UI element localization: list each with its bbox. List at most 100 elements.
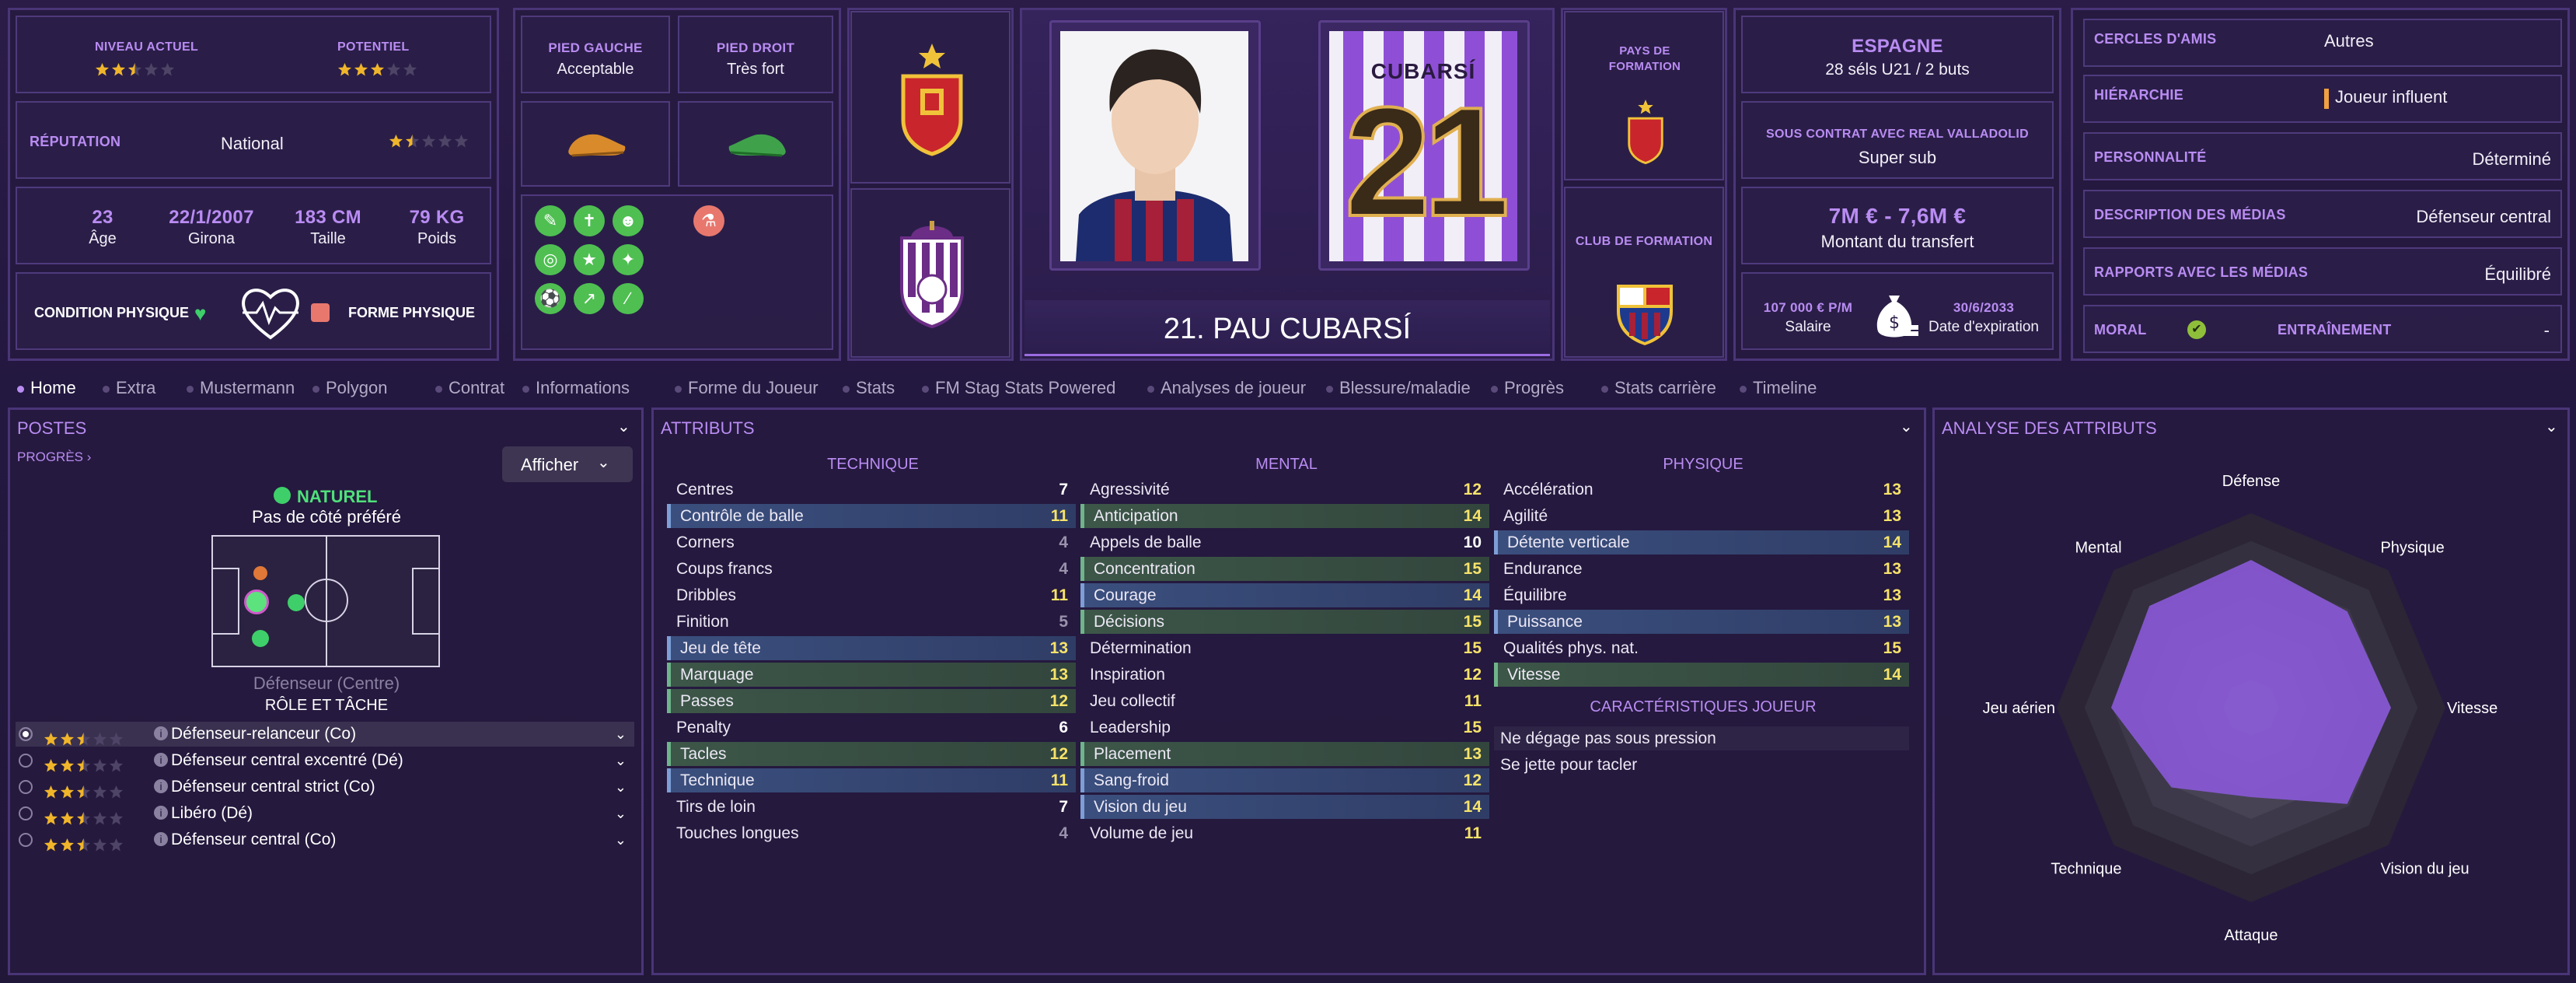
role-radio[interactable] [19, 727, 33, 741]
hierarchie-value: Joueur influent [2335, 87, 2448, 107]
tab-extra[interactable]: Extra [103, 378, 155, 398]
attributs-collapse-icon[interactable]: ⌄ [1900, 417, 1913, 436]
pos-dm-competent[interactable] [288, 594, 305, 611]
attribute-row[interactable]: Centres 7 [667, 478, 1076, 502]
chevron-down-icon[interactable]: ⌄ [615, 827, 627, 852]
tab-stats-carri-re[interactable]: Stats carrière [1601, 378, 1716, 398]
attribute-row[interactable]: Volume de jeu 11 [1080, 821, 1489, 845]
tab-stats[interactable]: Stats [843, 378, 895, 398]
tab-forme-du-joueur[interactable]: Forme du Joueur [675, 378, 819, 398]
attribute-row[interactable]: Agilité 13 [1494, 504, 1909, 528]
spain-crest-icon[interactable] [895, 42, 969, 159]
attribute-row[interactable]: Contrôle de balle 11 [667, 504, 1076, 528]
trait-icon-2[interactable]: ✝ [574, 205, 605, 236]
postes-collapse-icon[interactable]: ⌄ [617, 417, 630, 436]
chevron-down-icon[interactable]: ⌄ [615, 722, 627, 747]
chevron-down-icon[interactable]: ⌄ [615, 748, 627, 773]
trait-icon-7[interactable]: ⚽ [535, 283, 566, 314]
tab-fm-stag-stats-powered[interactable]: FM Stag Stats Powered [922, 378, 1115, 398]
trait-icon-1[interactable]: ✎ [535, 205, 566, 236]
attribute-row[interactable]: Leadership 15 [1080, 715, 1489, 740]
attribute-row[interactable]: Touches longues 4 [667, 821, 1076, 845]
birthplace: Girona [187, 230, 236, 247]
attribute-row[interactable]: Accélération 13 [1494, 478, 1909, 502]
tab-analyses-de-joueur[interactable]: Analyses de joueur [1147, 378, 1306, 398]
attribute-row[interactable]: Puissance 13 [1494, 610, 1909, 634]
role-radio[interactable] [19, 833, 33, 847]
attribute-row[interactable]: Courage 14 [1080, 583, 1489, 607]
attribute-row[interactable]: Sang-froid 12 [1080, 768, 1489, 792]
trait-icon-5[interactable]: ★ [574, 244, 605, 275]
tab-mustermann[interactable]: Mustermann [187, 378, 295, 398]
pos-dc-left-natural[interactable] [244, 589, 269, 614]
right-boot-box [678, 101, 833, 187]
chevron-down-icon[interactable]: ⌄ [615, 775, 627, 799]
trait-icon-9[interactable]: ∕ [613, 283, 644, 314]
mental-title: MENTAL [1255, 456, 1318, 473]
info-icon[interactable]: i [154, 806, 168, 820]
tab-contrat[interactable]: Contrat [435, 378, 504, 398]
attribute-row[interactable]: Placement 13 [1080, 742, 1489, 766]
tab-timeline[interactable]: Timeline [1740, 378, 1817, 398]
personnalite-value: Déterminé [2472, 149, 2551, 169]
tab-polygon[interactable]: Polygon [312, 378, 388, 398]
attribute-row[interactable]: Vision du jeu 14 [1080, 795, 1489, 819]
role-radio[interactable] [19, 754, 33, 768]
attribute-row[interactable]: Jeu collectif 11 [1080, 689, 1489, 713]
trait-icon-6[interactable]: ✦ [613, 244, 644, 275]
pos-dc-right[interactable] [252, 630, 269, 647]
attribute-row[interactable]: Coups francs 4 [667, 557, 1076, 581]
role-row[interactable]: i Défenseur central strict (Co) ⌄ [16, 775, 634, 799]
trait-icon-4[interactable]: ◎ [535, 244, 566, 275]
attribute-row[interactable]: Anticipation 14 [1080, 504, 1489, 528]
info-icon[interactable]: i [154, 832, 168, 846]
flask-icon[interactable]: ⚗ [693, 205, 724, 236]
attribute-row[interactable]: Inspiration 12 [1080, 663, 1489, 687]
attribute-row[interactable]: Vitesse 14 [1494, 663, 1909, 687]
attribute-row[interactable]: Finition 5 [667, 610, 1076, 634]
attribute-row[interactable]: Tacles 12 [667, 742, 1076, 766]
info-icon[interactable]: i [154, 753, 168, 767]
attribute-row[interactable]: Jeu de tête 13 [667, 636, 1076, 660]
attribute-row[interactable]: Qualités phys. nat. 15 [1494, 636, 1909, 660]
tab-home[interactable]: Home [17, 378, 76, 398]
attribute-row[interactable]: Détermination 15 [1080, 636, 1489, 660]
attribute-row[interactable]: Équilibre 13 [1494, 583, 1909, 607]
progres-link[interactable]: PROGRÈS › [17, 450, 91, 465]
attribute-row[interactable]: Dribbles 11 [667, 583, 1076, 607]
info-icon[interactable]: i [154, 779, 168, 793]
player-profile-screen: NIVEAU ACTUEL POTENTIEL RÉPUTATION Natio… [0, 0, 2576, 983]
tab-progr-s[interactable]: Progrès [1491, 378, 1564, 398]
role-radio[interactable] [19, 806, 33, 820]
afficher-dropdown[interactable]: Afficher ⌄ [502, 446, 633, 482]
trait-icon-3[interactable]: ☻ [613, 205, 644, 236]
attribute-row[interactable]: Agressivité 12 [1080, 478, 1489, 502]
attribute-row[interactable]: Appels de balle 10 [1080, 530, 1489, 554]
attribute-row[interactable]: Penalty 6 [667, 715, 1076, 740]
tab-blessure-maladie[interactable]: Blessure/maladie [1326, 378, 1471, 398]
analyse-collapse-icon[interactable]: ⌄ [2545, 417, 2558, 436]
attribute-row[interactable]: Endurance 13 [1494, 557, 1909, 581]
carac-item: Ne dégage pas sous pression [1494, 726, 1909, 750]
attribute-row[interactable]: Détente verticale 14 [1494, 530, 1909, 554]
pos-dc-accomplished[interactable] [253, 566, 267, 580]
attribute-row[interactable]: Marquage 13 [667, 663, 1076, 687]
chevron-down-icon[interactable]: ⌄ [615, 801, 627, 826]
role-row[interactable]: i Libéro (Dé) ⌄ [16, 801, 634, 826]
attribute-row[interactable]: Technique 11 [667, 768, 1076, 792]
attribute-name: Courage [1094, 586, 1157, 604]
role-radio[interactable] [19, 780, 33, 794]
attribute-row[interactable]: Corners 4 [667, 530, 1076, 554]
trait-icon-8[interactable]: ↗ [574, 283, 605, 314]
role-row[interactable]: i Défenseur-relanceur (Co) ⌄ [16, 722, 634, 747]
barcelona-crest-icon[interactable] [1614, 280, 1676, 347]
tab-informations[interactable]: Informations [522, 378, 630, 398]
info-icon[interactable]: i [154, 726, 168, 740]
role-row[interactable]: i Défenseur central (Co) ⌄ [16, 827, 634, 852]
attribute-row[interactable]: Décisions 15 [1080, 610, 1489, 634]
attribute-row[interactable]: Passes 12 [667, 689, 1076, 713]
role-row[interactable]: i Défenseur central excentré (Dé) ⌄ [16, 748, 634, 773]
attribute-row[interactable]: Concentration 15 [1080, 557, 1489, 581]
valladolid-crest-icon[interactable] [895, 219, 969, 328]
attribute-row[interactable]: Tirs de loin 7 [667, 795, 1076, 819]
